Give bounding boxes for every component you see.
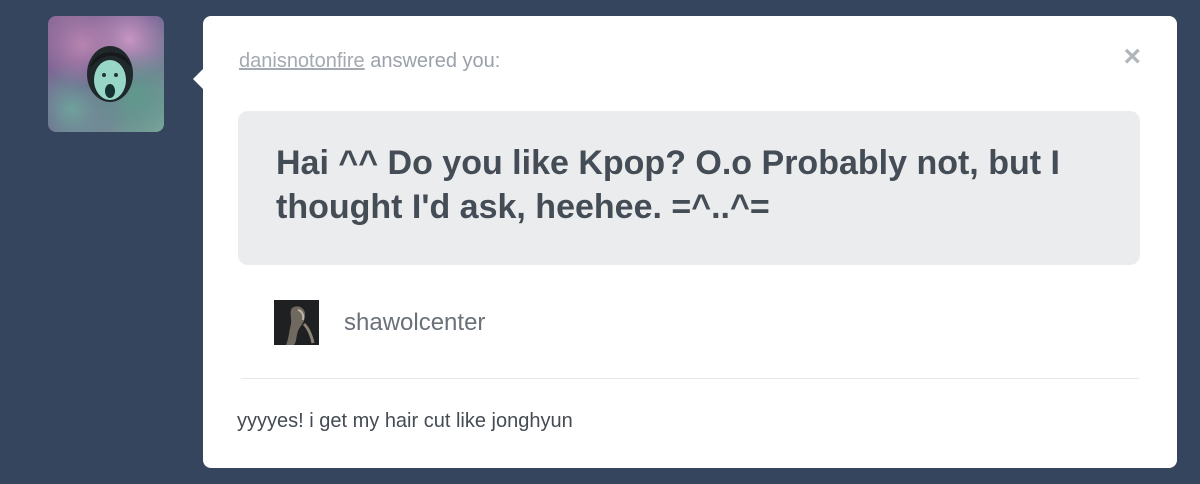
asker-avatar[interactable] <box>274 300 319 345</box>
card-pointer <box>193 68 204 90</box>
asker-avatar-icon <box>274 300 319 345</box>
question-text: Hai ^^ Do you like Kpop? O.o Probably no… <box>276 144 1060 226</box>
answered-label: answered you: <box>370 50 501 72</box>
post-header: danisnotonfire answered you: <box>239 50 500 73</box>
answer-text: yyyyes! i get my hair cut like jonghyun <box>237 410 573 432</box>
asker-username[interactable]: shawolcenter <box>344 309 485 337</box>
answerer-username-link[interactable]: danisnotonfire <box>239 50 365 72</box>
user-avatar-icon <box>87 46 133 102</box>
profile-avatar[interactable] <box>48 16 164 132</box>
divider <box>241 378 1139 379</box>
ask-answer-card: danisnotonfire answered you: × Hai ^^ Do… <box>193 16 1177 468</box>
question-box: Hai ^^ Do you like Kpop? O.o Probably no… <box>238 111 1140 265</box>
close-icon[interactable]: × <box>1123 42 1141 72</box>
